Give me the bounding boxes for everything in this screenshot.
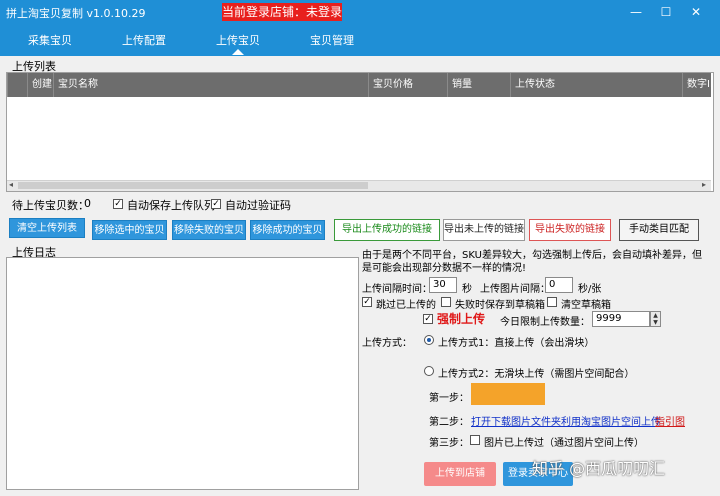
method1-radio[interactable]: [424, 335, 434, 345]
column-upload-status[interactable]: 上传状态: [510, 73, 682, 97]
minimize-button[interactable]: —: [626, 4, 646, 20]
auto-save-queue-label: 自动保存上传队列: [127, 199, 215, 212]
tab-collect[interactable]: 采集宝贝: [28, 32, 72, 50]
step3-label: 第三步：: [429, 438, 469, 449]
step2-label: 第二步：: [429, 417, 469, 428]
step1-label: 第一步：: [429, 393, 469, 404]
scroll-right-icon[interactable]: ▸: [702, 180, 706, 189]
method2-label: 上传方式2：无滑块上传（需图片空间配合）: [438, 369, 635, 380]
tab-upload-config[interactable]: 上传配置: [122, 32, 166, 50]
upload-interval-unit: 秒: [462, 284, 472, 295]
force-upload-notice: 由于是两个不同平台，SKU差异较大，勾选强制上传后，会自动填补差异，但是可能会出…: [362, 250, 702, 274]
export-success-button[interactable]: 导出上传成功的链接: [334, 219, 440, 241]
upload-to-store-button[interactable]: 上传到店铺: [424, 462, 496, 486]
step1-button[interactable]: [471, 383, 545, 405]
upload-interval-input[interactable]: 30: [429, 277, 457, 293]
export-unuploaded-button[interactable]: 导出未上传的链接: [443, 219, 525, 241]
remove-selected-button[interactable]: 移除选中的宝贝: [92, 220, 167, 240]
column-sales[interactable]: 销量: [447, 73, 510, 97]
skip-uploaded-checkbox[interactable]: ✓: [362, 297, 372, 307]
step2-guide-link[interactable]: 指引图: [655, 413, 685, 428]
upload-method-label: 上传方式：: [362, 338, 412, 349]
clear-list-button[interactable]: 清空上传列表: [9, 218, 85, 238]
pending-count-value: 0: [84, 197, 91, 210]
upload-log-textarea[interactable]: [6, 257, 359, 490]
row-header-cell: [7, 73, 27, 97]
export-failed-button[interactable]: 导出失败的链接: [529, 219, 611, 241]
pending-count-label: 待上传宝贝数：: [12, 199, 89, 212]
image-interval-unit: 秒/张: [578, 284, 602, 295]
upload-interval-label: 上传间隔时间：: [362, 284, 432, 295]
auto-save-queue-checkbox[interactable]: ✓: [113, 199, 123, 209]
auto-captcha-label: 自动过验证码: [225, 199, 291, 212]
image-interval-label: 上传图片间隔：: [480, 284, 550, 295]
step3-text: 图片已上传过（通过图片空间上传）: [484, 438, 644, 449]
close-button[interactable]: ✕: [686, 4, 706, 20]
daily-limit-input[interactable]: 9999: [592, 311, 650, 327]
scroll-left-icon[interactable]: ◂: [9, 180, 13, 189]
scrollbar-thumb[interactable]: [18, 182, 368, 189]
step3-checkbox[interactable]: [470, 435, 480, 445]
force-upload-label: 强制上传: [437, 312, 486, 326]
remove-failed-button[interactable]: 移除失败的宝贝: [172, 220, 246, 240]
step2-folder-link[interactable]: 打开下载图片文件夹利用淘宝图片空间上传: [471, 413, 661, 428]
active-tab-indicator: [232, 49, 244, 55]
force-upload-checkbox[interactable]: ✓: [423, 314, 433, 324]
auto-captcha-checkbox[interactable]: ✓: [211, 199, 221, 209]
tab-upload-items[interactable]: 上传宝贝: [216, 32, 260, 50]
remove-success-button[interactable]: 移除成功的宝贝: [250, 220, 325, 240]
column-price[interactable]: 宝贝价格: [368, 73, 447, 97]
app-title: 拼上淘宝贝复制 v1.0.10.29: [6, 7, 146, 20]
column-create[interactable]: 创建: [27, 73, 53, 97]
skip-uploaded-label: 跳过已上传的: [376, 300, 436, 311]
nav-bar: [0, 26, 720, 56]
column-item-name[interactable]: 宝贝名称: [53, 73, 368, 97]
clear-drafts-label: 清空草稿箱: [561, 300, 611, 311]
manual-category-button[interactable]: 手动类目匹配: [619, 219, 699, 241]
daily-limit-label: 今日限制上传数量：: [500, 317, 590, 328]
image-interval-input[interactable]: 0: [545, 277, 573, 293]
column-id[interactable]: 数字ID: [682, 73, 711, 97]
method1-label: 上传方式1：直接上传（会出滑块）: [438, 338, 595, 349]
save-draft-label: 失败时保存到草稿箱: [455, 300, 545, 311]
method2-radio[interactable]: [424, 366, 434, 376]
watermark: 知乎 @西瓜叨叨汇: [532, 459, 666, 478]
save-draft-checkbox[interactable]: [441, 297, 451, 307]
daily-limit-spinner[interactable]: ▲ ▼: [650, 311, 661, 327]
maximize-button[interactable]: ☐: [656, 4, 676, 20]
tab-item-manage[interactable]: 宝贝管理: [310, 32, 354, 50]
login-status-badge: 当前登录店铺：未登录: [222, 3, 343, 21]
clear-drafts-checkbox[interactable]: [547, 297, 557, 307]
